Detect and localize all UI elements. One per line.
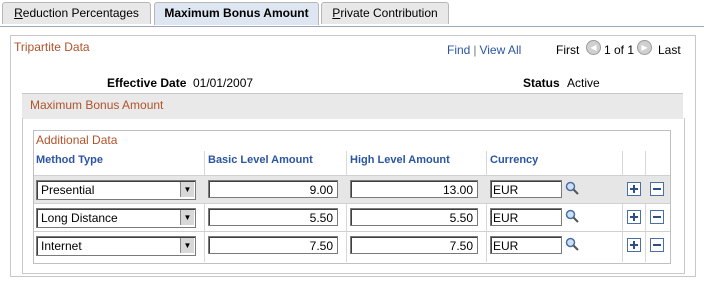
magnifier-icon[interactable] xyxy=(565,209,579,223)
method-type-select[interactable]: Presential ▼ xyxy=(36,180,196,200)
table-row: Internet ▼ 7.50 7.50 EUR xyxy=(34,231,670,260)
method-type-select[interactable]: Long Distance ▼ xyxy=(36,208,196,228)
col-currency[interactable]: Currency xyxy=(490,154,538,166)
prev-arrow-icon[interactable]: ◀ xyxy=(586,40,601,55)
tab-label: Maximum Bonus Amount xyxy=(164,6,309,20)
find-link[interactable]: Find xyxy=(447,43,470,57)
additional-data-title: Additional Data xyxy=(36,133,118,147)
chevron-down-icon[interactable]: ▼ xyxy=(180,182,194,197)
currency-input[interactable]: EUR xyxy=(490,236,562,254)
magnifier-icon[interactable] xyxy=(565,237,579,251)
high-level-amount-input[interactable]: 13.00 xyxy=(350,180,478,198)
tab-accel: R xyxy=(14,6,23,20)
chevron-down-icon[interactable]: ▼ xyxy=(180,238,194,253)
scroll-nav: Find | View All xyxy=(447,43,521,57)
first-label[interactable]: First xyxy=(556,43,579,57)
plus-icon[interactable] xyxy=(627,238,641,252)
high-level-amount-input[interactable]: 7.50 xyxy=(350,236,478,254)
tab-bar: Reduction Percentages Maximum Bonus Amou… xyxy=(0,2,704,27)
col-method-type[interactable]: Method Type xyxy=(36,154,103,166)
plus-icon[interactable] xyxy=(627,182,641,196)
effective-date-value: 01/01/2007 xyxy=(193,76,254,90)
last-label[interactable]: Last xyxy=(658,43,681,57)
table-row: Long Distance ▼ 5.50 5.50 EUR xyxy=(34,203,670,232)
tab-maximum-bonus-amount[interactable]: Maximum Bonus Amount xyxy=(154,2,319,25)
magnifier-icon[interactable] xyxy=(565,181,579,195)
chevron-down-icon[interactable]: ▼ xyxy=(180,210,194,225)
tab-reduction-percentages[interactable]: Reduction Percentages xyxy=(2,2,151,24)
tab-underline xyxy=(0,26,704,27)
method-type-select[interactable]: Internet ▼ xyxy=(36,236,196,256)
col-basic-level-amount[interactable]: Basic Level Amount xyxy=(208,154,313,166)
tab-private-contribution[interactable]: Private Contribution xyxy=(321,2,449,24)
minus-icon[interactable] xyxy=(650,238,664,252)
additional-data-grid: Additional Data Method Type Basic Level … xyxy=(33,130,671,264)
table-row: Presential ▼ 9.00 13.00 EUR xyxy=(34,175,670,204)
nav-separator: | xyxy=(473,43,477,57)
currency-input[interactable]: EUR xyxy=(490,208,562,226)
status-label: Status xyxy=(523,76,560,90)
minus-icon[interactable] xyxy=(650,182,664,196)
currency-input[interactable]: EUR xyxy=(490,180,562,198)
page-info: 1 of 1 xyxy=(604,43,635,57)
method-type-value: Internet xyxy=(41,239,82,253)
max-bonus-title: Maximum Bonus Amount xyxy=(30,98,164,112)
method-type-value: Presential xyxy=(41,183,95,197)
plus-icon[interactable] xyxy=(627,210,641,224)
tab-label: eduction Percentages xyxy=(22,6,139,20)
effective-date-label: Effective Date xyxy=(107,76,187,90)
method-type-value: Long Distance xyxy=(41,211,118,225)
max-bonus-header: Maximum Bonus Amount xyxy=(22,93,683,119)
minus-icon[interactable] xyxy=(650,210,664,224)
high-level-amount-input[interactable]: 5.50 xyxy=(350,208,478,226)
view-all-link[interactable]: View All xyxy=(479,43,521,57)
tab-label: rivate Contribution xyxy=(340,6,438,20)
basic-level-amount-input[interactable]: 9.00 xyxy=(208,180,338,198)
status-value: Active xyxy=(567,76,600,90)
next-arrow-icon[interactable]: ▶ xyxy=(637,40,652,55)
col-high-level-amount[interactable]: High Level Amount xyxy=(350,154,450,166)
basic-level-amount-input[interactable]: 5.50 xyxy=(208,208,338,226)
basic-level-amount-input[interactable]: 7.50 xyxy=(208,236,338,254)
tripartite-title: Tripartite Data xyxy=(14,40,90,54)
